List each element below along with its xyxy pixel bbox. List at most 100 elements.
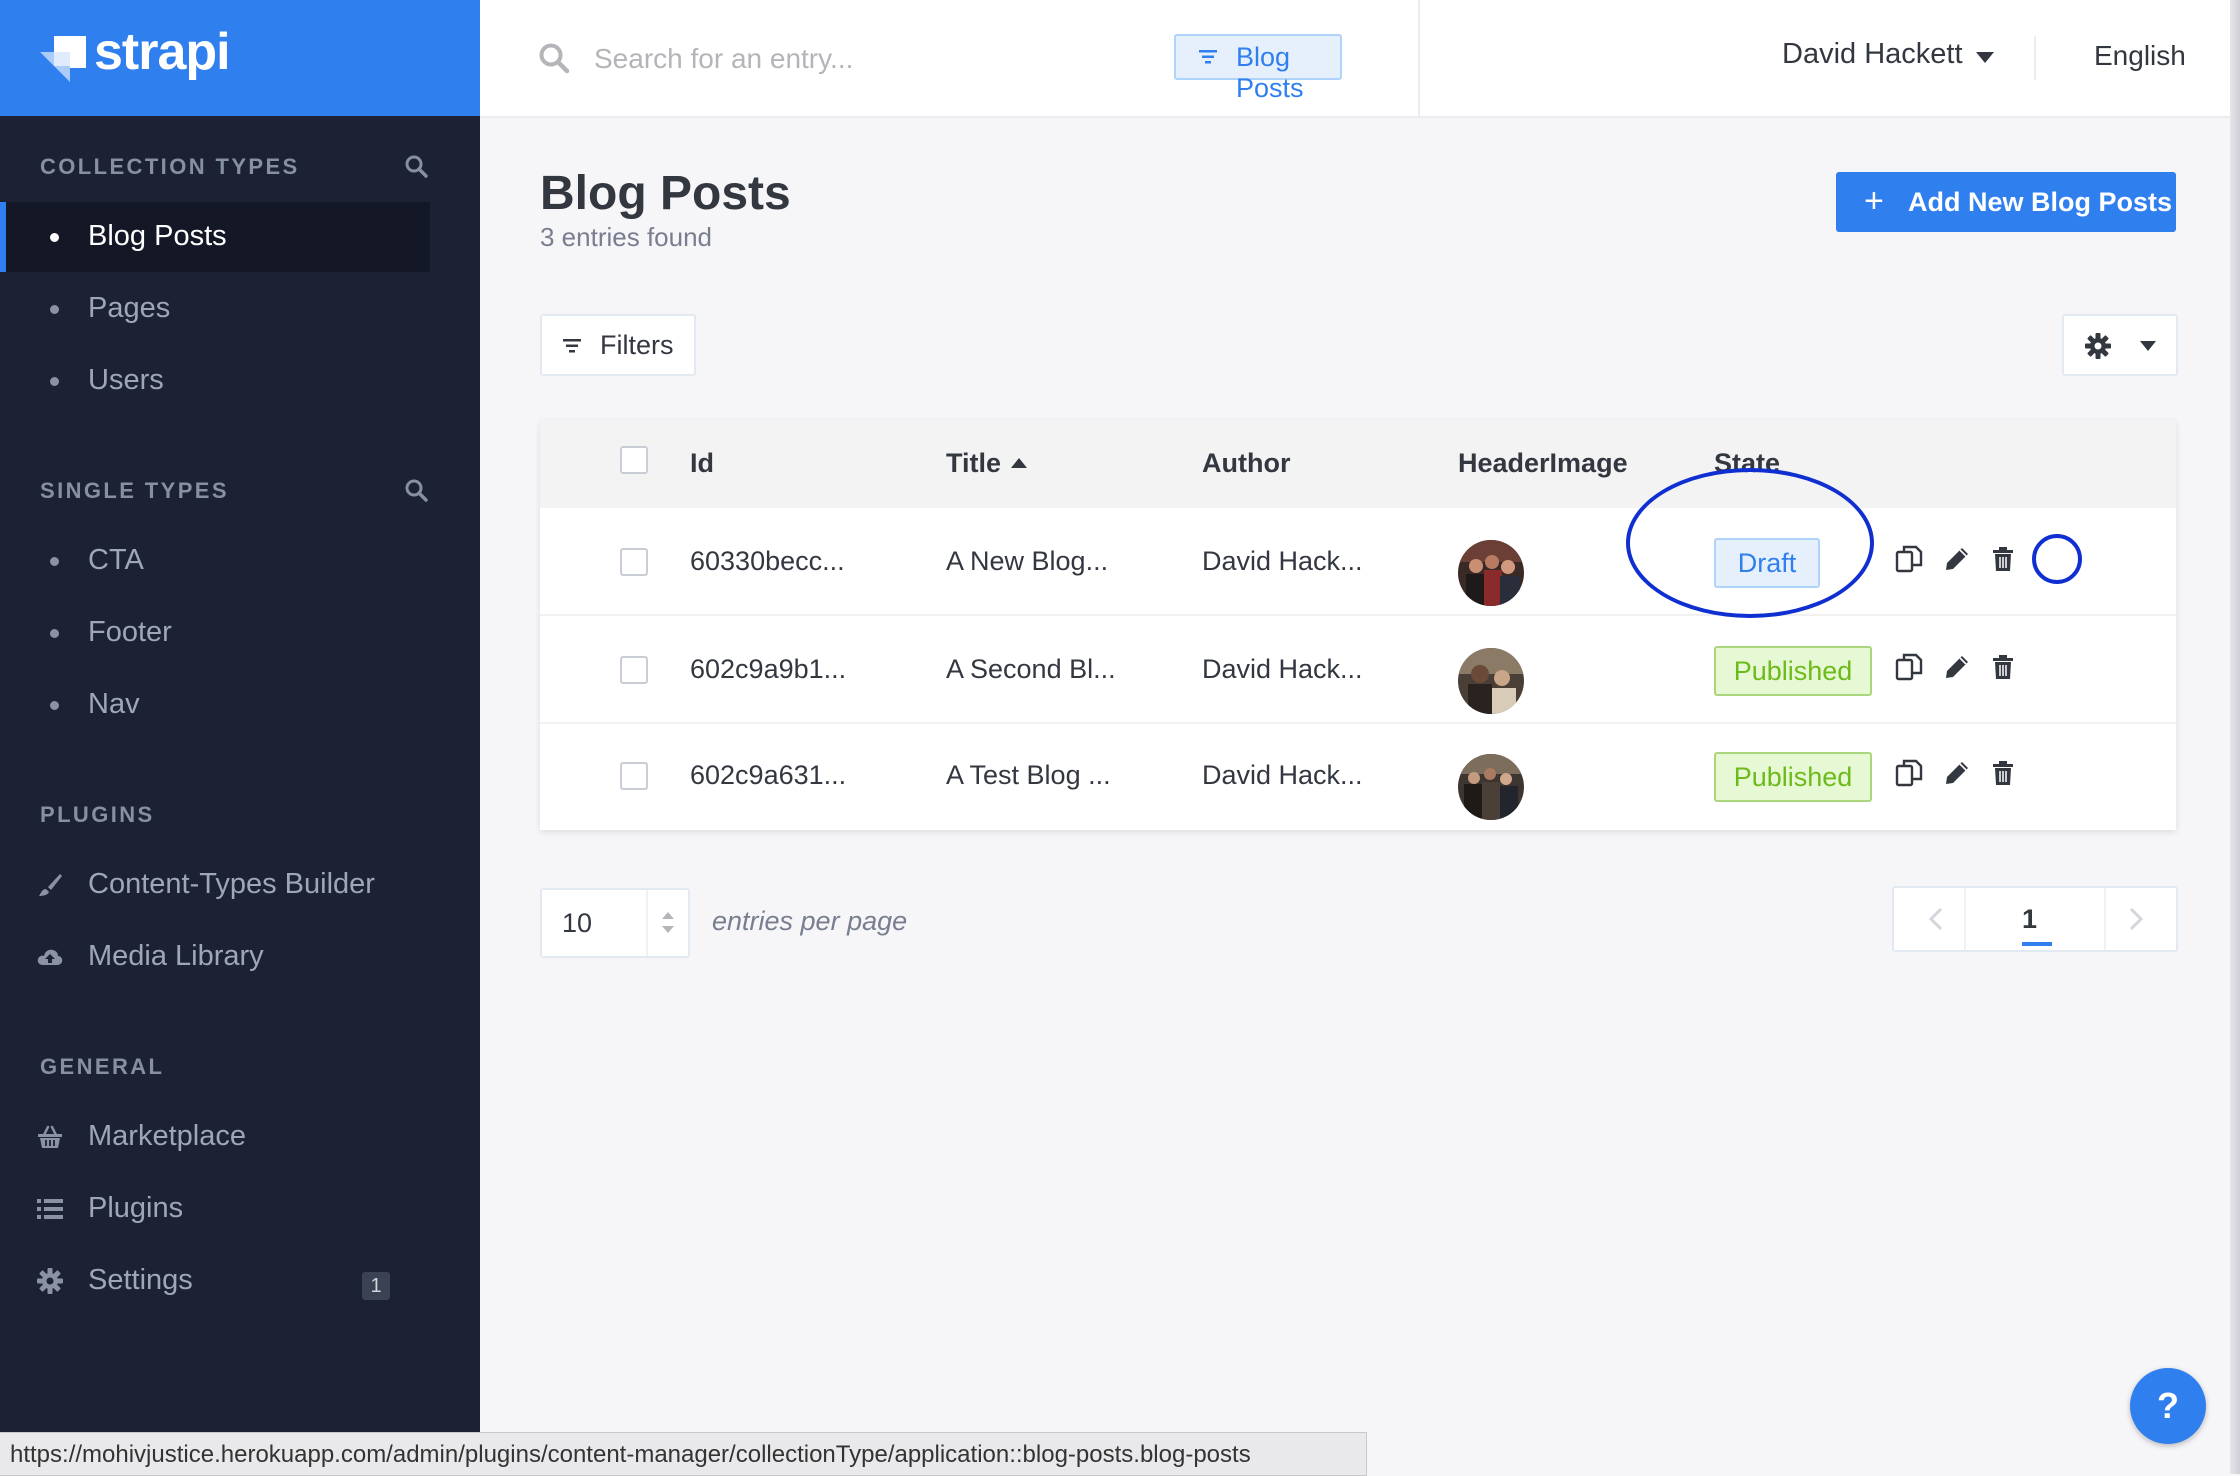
settings-badge: 1 (362, 1272, 390, 1300)
duplicate-icon[interactable] (1894, 652, 1924, 682)
edit-pencil-icon[interactable] (1942, 758, 1972, 788)
duplicate-icon[interactable] (1894, 544, 1924, 574)
section-single-types: SINGLE TYPES (40, 478, 229, 503)
bullet-icon (50, 377, 59, 386)
sidebar-item-label: CTA (88, 544, 144, 576)
caret-down-icon (662, 926, 674, 933)
bullet-icon (50, 233, 59, 242)
cell-title: A Second Bl... (946, 654, 1116, 684)
search-scope-label: Blog Posts (1236, 42, 1304, 103)
topbar-divider (1418, 0, 1420, 116)
column-header-title[interactable]: Title (946, 448, 1028, 479)
gear-icon (2085, 333, 2111, 359)
cell-title: A New Blog... (946, 546, 1109, 576)
sidebar-item-nav[interactable]: Nav (0, 670, 430, 740)
bullet-icon (50, 701, 59, 710)
pagination: 1 (1892, 886, 2178, 952)
trash-icon[interactable] (1988, 544, 2018, 574)
duplicate-icon[interactable] (1894, 758, 1924, 788)
cell-id: 60330becc... (690, 546, 845, 576)
sidebar-item-plugins[interactable]: Plugins (0, 1174, 430, 1244)
list-icon (37, 1199, 63, 1219)
cloud-upload-icon (37, 949, 63, 965)
pager-divider (2104, 888, 2106, 950)
plus-icon: + (1864, 182, 1884, 220)
table-row[interactable]: 602c9a9b1... A Second Bl... David Hack..… (540, 616, 2176, 724)
row-checkbox[interactable] (620, 656, 648, 684)
filter-icon (1199, 50, 1217, 64)
select-divider (646, 890, 648, 956)
chevron-left-icon[interactable] (1924, 906, 1950, 932)
search-scope-tag[interactable]: Blog Posts (1174, 34, 1342, 103)
column-header-label: Title (946, 448, 1002, 478)
sidebar-item-label: Plugins (88, 1192, 184, 1224)
search-icon[interactable] (404, 478, 428, 502)
search-input[interactable] (592, 36, 1136, 82)
chevron-right-icon[interactable] (2122, 906, 2148, 932)
pager-divider (1964, 888, 1966, 950)
sidebar-item-settings[interactable]: Settings 1 (0, 1246, 430, 1316)
header-image-thumbnail (1458, 648, 1524, 714)
table-row[interactable]: 60330becc... A New Blog... David Hack...… (540, 508, 2176, 616)
cell-title: A Test Blog ... (946, 760, 1111, 790)
section-collection-types: COLLECTION TYPES (40, 154, 300, 179)
search-icon (539, 43, 570, 74)
gear-icon (37, 1268, 63, 1294)
bullet-icon (50, 305, 59, 314)
status-url: https://mohivjustice.herokuapp.com/admin… (10, 1441, 1251, 1468)
sidebar-item-label: Blog Posts (88, 220, 227, 252)
sidebar-item-users[interactable]: Users (0, 346, 430, 416)
sidebar-item-footer[interactable]: Footer (0, 598, 430, 668)
sidebar-item-label: Content-Types Builder (88, 868, 375, 900)
edit-pencil-icon[interactable] (1942, 544, 1972, 574)
sidebar-item-label: Pages (88, 292, 171, 324)
sidebar: strapi COLLECTION TYPES Blog Posts Pages… (0, 0, 480, 1474)
column-header-headerimage[interactable]: HeaderImage (1458, 448, 1628, 479)
row-checkbox[interactable] (620, 548, 648, 576)
row-checkbox[interactable] (620, 762, 648, 790)
top-bar: Blog Posts David Hackett English (480, 0, 2240, 118)
filters-button-label: Filters (600, 330, 674, 360)
sidebar-item-label: Footer (88, 616, 172, 648)
column-header-author[interactable]: Author (1202, 448, 1290, 479)
brand-header[interactable]: strapi (0, 0, 480, 116)
cell-author: David Hack... (1202, 760, 1363, 790)
sidebar-item-pages[interactable]: Pages (0, 274, 430, 344)
browser-status-bar: https://mohivjustice.herokuapp.com/admin… (0, 1432, 1367, 1476)
language-selector[interactable]: English (2094, 40, 2186, 72)
table-settings-button[interactable] (2062, 314, 2178, 376)
basket-icon (38, 1125, 62, 1148)
active-page-indicator (2022, 942, 2052, 946)
table-header: Id Title Author HeaderImage State (540, 420, 2176, 508)
cell-id: 602c9a9b1... (690, 654, 847, 684)
entries-table: Id Title Author HeaderImage State 60330b… (540, 420, 2176, 830)
sidebar-item-blog-posts[interactable]: Blog Posts (0, 202, 430, 272)
column-header-id[interactable]: Id (690, 448, 714, 479)
status-badge: Published (1714, 646, 1872, 696)
add-new-button-label: Add New Blog Posts (1908, 187, 2173, 217)
sidebar-item-label: Media Library (88, 940, 264, 972)
cell-author: David Hack... (1202, 654, 1363, 684)
edit-pencil-icon[interactable] (1942, 652, 1972, 682)
table-row[interactable]: 602c9a631... A Test Blog ... David Hack.… (540, 724, 2176, 832)
trash-icon[interactable] (1988, 652, 2018, 682)
cell-author: David Hack... (1202, 546, 1363, 576)
trash-icon[interactable] (1988, 758, 2018, 788)
status-badge: Published (1714, 752, 1872, 802)
sidebar-item-cta[interactable]: CTA (0, 526, 430, 596)
user-menu[interactable]: David Hackett (1782, 38, 1963, 71)
sidebar-item-marketplace[interactable]: Marketplace (0, 1102, 430, 1172)
help-button[interactable]: ? (2130, 1368, 2206, 1444)
caret-down-icon[interactable] (1976, 52, 1994, 63)
search-icon[interactable] (404, 154, 428, 178)
select-all-checkbox[interactable] (620, 446, 648, 474)
add-new-button[interactable]: + Add New Blog Posts (1836, 172, 2176, 232)
sidebar-item-content-types-builder[interactable]: Content-Types Builder (0, 850, 430, 920)
filters-button[interactable]: Filters (540, 314, 696, 376)
brand-name: strapi (94, 23, 231, 81)
sidebar-item-media-library[interactable]: Media Library (0, 922, 430, 992)
window-edge (2230, 0, 2240, 1474)
page-number-current[interactable]: 1 (2022, 904, 2037, 935)
per-page-select[interactable]: 10 (540, 888, 690, 958)
sort-ascending-icon (1011, 458, 1028, 468)
